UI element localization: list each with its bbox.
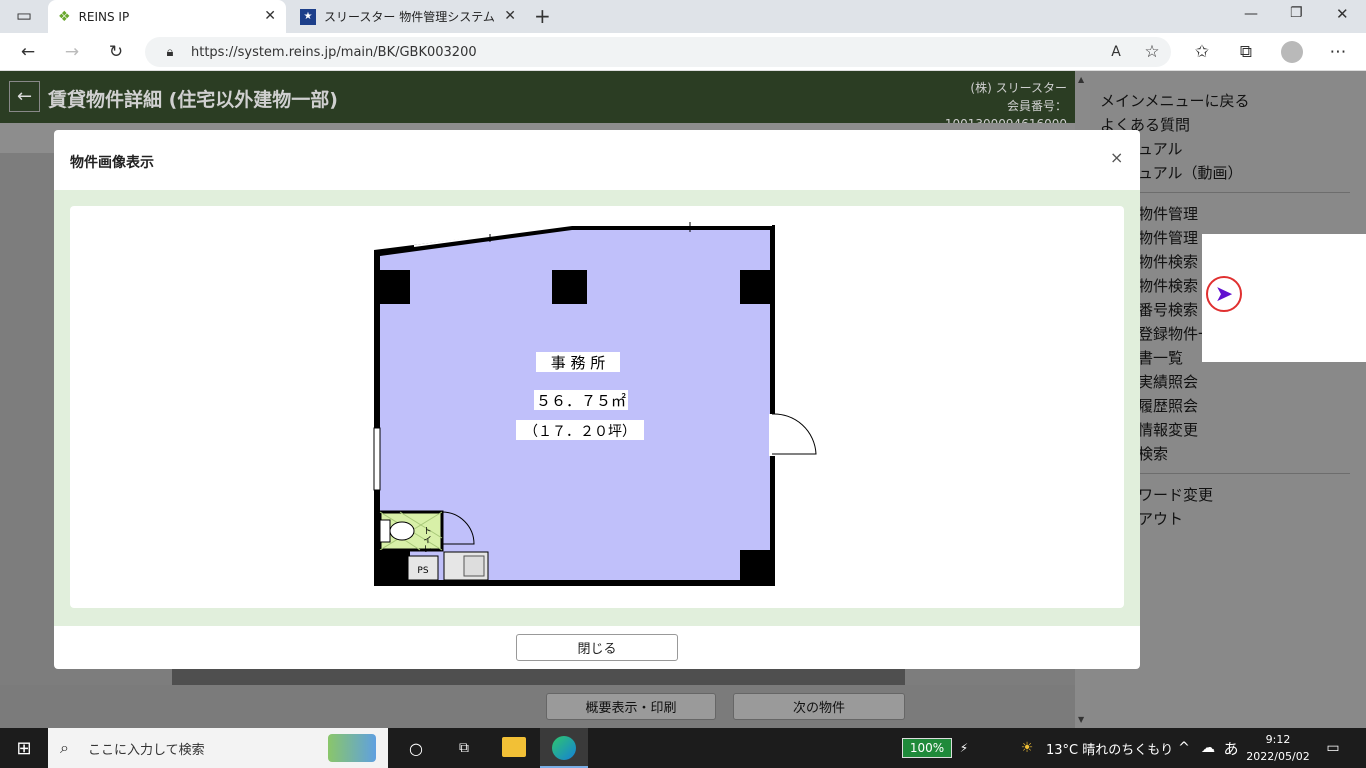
sidebar-item[interactable]: 物件管理 [1138, 227, 1198, 248]
edge-taskbar-button[interactable] [540, 728, 588, 768]
floorplan-tsubo-label: （１７．２０坪） [524, 424, 636, 440]
popup-overlay: ➤ [1202, 234, 1366, 362]
clock[interactable]: 9:12 2022/05/02 [1246, 731, 1310, 765]
notification-icon[interactable]: ▭ [1322, 733, 1344, 763]
favorites-icon[interactable]: ✩ [1190, 40, 1214, 64]
page-title: 賃貸物件詳細 (住宅以外建物一部) [48, 89, 338, 111]
star-favicon-icon: ★ [300, 8, 316, 25]
more-icon[interactable]: ⋯ [1326, 40, 1350, 64]
clock-date: 2022/05/02 [1246, 750, 1310, 763]
add-favorite-icon[interactable]: ☆ [1140, 40, 1164, 64]
close-tab-icon[interactable]: ✕ [264, 8, 276, 24]
scroll-up-icon[interactable]: ▲ [1078, 75, 1084, 84]
floorplan-column [740, 270, 770, 304]
floorplan-toilet-label: トイレ [421, 526, 432, 553]
plug-icon: ⚡ [959, 741, 969, 755]
address-bar[interactable]: https://system.reins.jp/main/BK/GBK00320… [145, 37, 1171, 67]
sidebar-item[interactable]: 物件検索 [1138, 251, 1198, 272]
modal-close-icon[interactable]: × [1110, 148, 1123, 167]
cloud-icon[interactable]: ☁ [1198, 733, 1218, 763]
sidebar-item[interactable]: 物件検索 [1138, 275, 1198, 296]
restore-icon[interactable]: ❐ [1290, 5, 1303, 21]
summary-print-button[interactable]: 概要表示・印刷 [546, 693, 716, 720]
floorplan-door [771, 413, 817, 455]
thumbnail-strip [172, 669, 905, 685]
sidebar-item-manual-video[interactable]: ュアル（動画） [1138, 162, 1243, 183]
task-view-icon[interactable]: ⧉ [450, 733, 478, 763]
next-property-button[interactable]: 次の物件 [733, 693, 905, 720]
modal-title: 物件画像表示 [70, 155, 154, 171]
sidebar-item-manual[interactable]: ュアル [1138, 138, 1183, 159]
refresh-icon[interactable]: ↻ [104, 40, 128, 64]
ime-indicator[interactable]: あ [1222, 733, 1240, 763]
search-highlight-icon [328, 734, 376, 762]
window-close-icon[interactable]: ✕ [1336, 5, 1349, 23]
tab-actions-icon[interactable]: ▭ [12, 4, 36, 28]
floorplan-column [740, 550, 770, 580]
forward-icon[interactable]: → [60, 40, 84, 64]
floorplan-ps-label: PS [417, 566, 428, 576]
chevron-up-icon[interactable]: ^ [1176, 733, 1192, 763]
search-icon: ⌕ [60, 738, 69, 757]
tab-reins[interactable]: ❖ REINS IP ✕ [48, 0, 286, 33]
sidebar-item[interactable]: 履歴照会 [1138, 395, 1198, 416]
arrow-left-icon: ← [16, 86, 33, 107]
sidebar-item[interactable]: 実績照会 [1138, 371, 1198, 392]
sidebar-item-main-menu[interactable]: メインメニューに戻る [1100, 90, 1250, 111]
sidebar-item[interactable]: 物件管理 [1138, 203, 1198, 224]
edge-icon [552, 736, 576, 760]
weather-icon: ☀ [1020, 740, 1034, 756]
close-tab-icon[interactable]: ✕ [504, 8, 516, 24]
minimize-icon[interactable]: — [1244, 6, 1258, 22]
clock-time: 9:12 [1265, 733, 1291, 746]
sidebar-item[interactable]: 番号検索 [1138, 299, 1198, 320]
read-aloud-icon[interactable]: A [1104, 40, 1128, 64]
battery-indicator[interactable]: 100% [902, 738, 952, 758]
lock-icon[interactable]: 🔒︎ [158, 40, 182, 64]
scroll-down-icon[interactable]: ▼ [1078, 715, 1084, 724]
sidebar-item-logout[interactable]: アウト [1138, 508, 1183, 529]
reins-favicon-icon: ❖ [58, 8, 71, 25]
file-explorer-icon[interactable] [502, 737, 526, 757]
new-tab-icon[interactable]: + [534, 4, 551, 28]
url-text: https://system.reins.jp/main/BK/GBK00320… [191, 44, 477, 60]
company-name: (株) スリースター [970, 81, 1067, 95]
close-modal-button[interactable]: 閉じる [516, 634, 678, 661]
weather-text[interactable]: 13°C 晴れのちくもり [1046, 733, 1173, 763]
profile-avatar-icon[interactable] [1280, 40, 1304, 64]
cursor-arrow-icon: ➤ [1206, 276, 1242, 312]
floor-plan-image: 事 務 所 ５６．７５㎡ （１７．２０坪） トイレ PS [373, 222, 817, 586]
floorplan-area-label: ５６．７５㎡ [536, 392, 626, 410]
sidebar-item-password[interactable]: ワード変更 [1138, 484, 1213, 505]
floorplan-room-label: 事 務 所 [551, 354, 606, 372]
sidebar-item[interactable]: 検索 [1138, 443, 1168, 464]
floorplan-column [380, 270, 410, 304]
tab-label: スリースター 物件管理システム [324, 10, 495, 24]
collections-icon[interactable]: ⧉ [1234, 40, 1258, 64]
floorplan-column [552, 270, 587, 304]
search-text: ここに入力して検索 [88, 742, 205, 758]
page-footer [0, 685, 1075, 728]
cortana-icon[interactable]: ○ [402, 733, 430, 763]
sidebar-item[interactable]: 書一覧 [1138, 347, 1183, 368]
tab-label: REINS IP [78, 9, 130, 24]
sidebar-item[interactable]: 情報変更 [1138, 419, 1198, 440]
windows-start-icon[interactable]: ⊞ [8, 733, 40, 763]
back-icon[interactable]: ← [16, 40, 40, 64]
tab-threestar[interactable]: ★ スリースター 物件管理システム ✕ [290, 0, 526, 33]
page-back-button[interactable]: ← [9, 81, 40, 112]
